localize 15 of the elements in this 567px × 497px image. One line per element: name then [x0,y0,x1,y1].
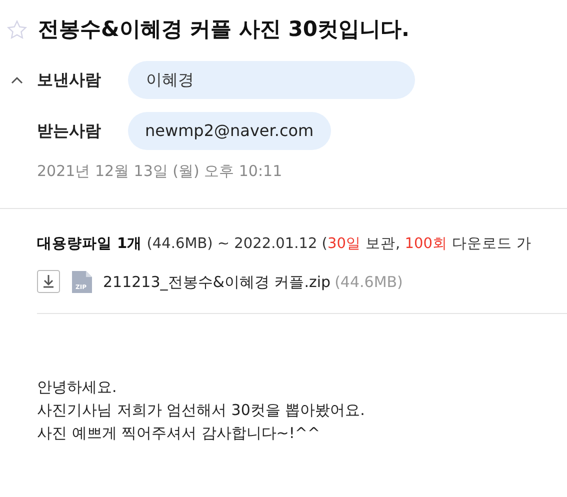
sender-chip[interactable]: 이혜경 [128,60,415,98]
body-text-line: 사진기사님 저희가 엄선해서 30컷을 뽑아봤어요. [37,400,366,421]
sent-date: 2021년 12월 13일 (월) 오후 10:11 [37,160,284,182]
attachment-summary: 대용량파일 1개 (44.6MB) ~ 2022.01.12 (30일 보관, 100회 다운로드 가 [37,235,533,254]
email-subject: 전봉수&이혜경 커플 사진 30컷입니다. [38,16,410,43]
recipient-label: 받는사람 [37,120,102,142]
attachment-file-link[interactable]: 211213_전봉수&이혜경 커플.zip [103,270,331,293]
collapse-caret-icon[interactable] [11,76,23,84]
recipient-chip[interactable]: newmp2@naver.com [128,112,331,150]
star-icon[interactable] [6,18,28,41]
body-text-line: 안녕하세요. [37,376,118,398]
download-icon[interactable] [37,270,60,294]
body-text-line: 사진 예쁘게 찍어주셔서 감사합니다~!^^ [37,422,322,444]
sender-label: 보낸사람 [37,68,102,90]
attachment-file-size: (44.6MB) [334,272,403,292]
